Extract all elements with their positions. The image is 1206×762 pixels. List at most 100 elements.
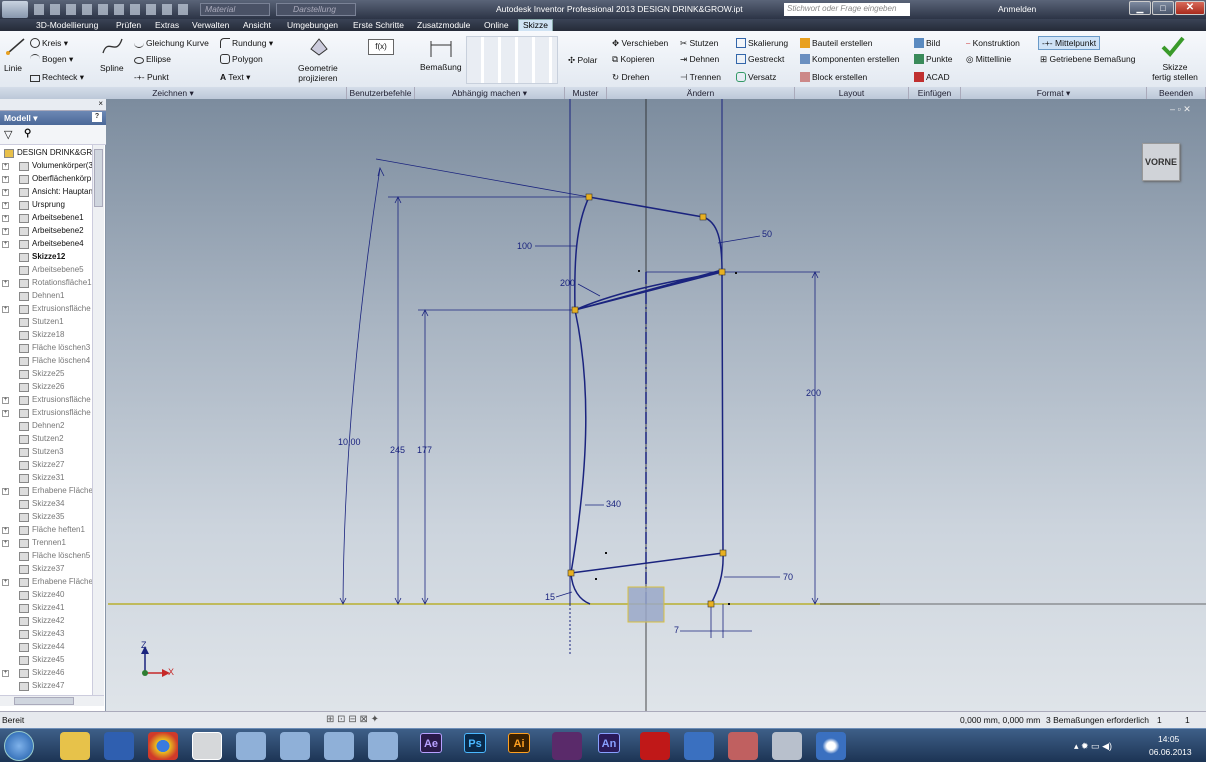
- gleichung-kurve-button[interactable]: Gleichung Kurve: [134, 38, 209, 48]
- dim-200-right[interactable]: 200: [806, 388, 821, 398]
- browser-scrollbar[interactable]: [92, 145, 104, 695]
- expand-icon[interactable]: +: [2, 410, 9, 417]
- skizze-fertig-button[interactable]: Skizze fertig stellen: [1150, 62, 1200, 82]
- bemassung-button[interactable]: Bemaßung: [420, 62, 462, 72]
- canvas-window-controls[interactable]: – ▫ ✕: [1170, 104, 1191, 115]
- browser-item[interactable]: Fläche löschen3: [0, 342, 92, 355]
- komponenten-erstellen-button[interactable]: Komponenten erstellen: [800, 54, 899, 64]
- browser-item[interactable]: + Skizze46: [0, 667, 92, 680]
- status-toolbar-icons[interactable]: ⊞ ⊡ ⊟ ⊠ ✦: [326, 714, 379, 725]
- search-input[interactable]: Stichwort oder Frage eingeben: [784, 3, 910, 16]
- browser-item[interactable]: Skizze42: [0, 615, 92, 628]
- spline-button[interactable]: Spline: [100, 63, 124, 73]
- browser-item[interactable]: Skizze41: [0, 602, 92, 615]
- help-icon[interactable]: ?: [92, 112, 102, 122]
- browser-item[interactable]: Skizze34: [0, 498, 92, 511]
- tab-ansicht[interactable]: Ansicht: [243, 20, 271, 30]
- browser-header[interactable]: Modell ▾?: [0, 111, 106, 125]
- browser-item[interactable]: Skizze43: [0, 628, 92, 641]
- block-erstellen-button[interactable]: Block erstellen: [800, 72, 867, 82]
- browser-item[interactable]: + Volumenkörper(3: [0, 160, 92, 173]
- expand-icon[interactable]: +: [2, 241, 9, 248]
- browser-item[interactable]: + Ursprung: [0, 199, 92, 212]
- browser-item[interactable]: Skizze35: [0, 511, 92, 524]
- browser-item[interactable]: Skizze44: [0, 641, 92, 654]
- graphics-window[interactable]: 100 50 200 200 10,00 245 177 340 15 70 7…: [106, 99, 1206, 711]
- browser-item[interactable]: Arbeitsebene5: [0, 264, 92, 277]
- browser-item[interactable]: + Extrusionsfläche: [0, 407, 92, 420]
- dim-245[interactable]: 245: [390, 445, 405, 455]
- expand-icon[interactable]: +: [2, 176, 9, 183]
- expand-icon[interactable]: +: [2, 189, 9, 196]
- kopieren-button[interactable]: ⧉ Kopieren: [612, 54, 654, 65]
- rundung-button[interactable]: Rundung ▾: [220, 38, 273, 49]
- dim-50[interactable]: 50: [762, 229, 772, 239]
- skalierung-button[interactable]: Skalierung: [736, 38, 788, 48]
- dim-200-upper[interactable]: 200: [560, 278, 575, 288]
- expand-icon[interactable]: +: [2, 579, 9, 586]
- browser-item[interactable]: Skizze45: [0, 654, 92, 667]
- taskbar-app-last[interactable]: [816, 732, 846, 760]
- tab-online[interactable]: Online: [484, 20, 509, 30]
- linie-button[interactable]: Linie: [4, 63, 22, 73]
- text-button[interactable]: A Text ▾: [220, 72, 250, 83]
- clock-time[interactable]: 14:05: [1158, 734, 1179, 744]
- mittellinie-button[interactable]: ◎ Mittellinie: [966, 54, 1011, 65]
- quick-access-toolbar[interactable]: [34, 4, 194, 15]
- acad-button[interactable]: ACAD: [914, 72, 950, 82]
- expand-icon[interactable]: +: [2, 306, 9, 313]
- gestreckt-button[interactable]: Gestreckt: [736, 54, 784, 64]
- tab-3d-modellierung[interactable]: 3D-Modellierung: [36, 20, 98, 30]
- taskbar-after-effects[interactable]: Ae: [420, 733, 442, 753]
- stutzen-button[interactable]: ✂ Stutzen: [680, 38, 718, 49]
- expand-icon[interactable]: +: [2, 228, 9, 235]
- browser-item[interactable]: + Ansicht: Hauptan: [0, 186, 92, 199]
- viewcube[interactable]: VORNE: [1142, 143, 1180, 181]
- taskbar-explorer[interactable]: [60, 732, 90, 760]
- browser-item[interactable]: Skizze47: [0, 680, 92, 693]
- browser-item[interactable]: + Extrusionsfläche: [0, 303, 92, 316]
- sketch-points[interactable]: [567, 193, 727, 608]
- browser-item[interactable]: + Arbeitsebene1: [0, 212, 92, 225]
- browser-item[interactable]: + Oberflächenkörp: [0, 173, 92, 186]
- dim-7[interactable]: 7: [674, 625, 679, 635]
- polar-button[interactable]: ✣ Polar: [568, 55, 597, 66]
- taskbar-photoshop[interactable]: Ps: [464, 733, 486, 753]
- expand-icon[interactable]: +: [2, 202, 9, 209]
- dim-70[interactable]: 70: [783, 572, 793, 582]
- origin-box[interactable]: [627, 586, 665, 623]
- material-dropdown[interactable]: Material: [200, 3, 270, 16]
- bild-button[interactable]: Bild: [914, 38, 940, 48]
- trennen-button[interactable]: ⊣ Trennen: [680, 72, 721, 83]
- systray-icons[interactable]: ▴ ✹ ▭ ◀): [1074, 741, 1112, 752]
- browser-item[interactable]: DESIGN DRINK&GRO: [0, 147, 92, 160]
- group-abhaengig[interactable]: Abhängig machen ▾: [415, 87, 565, 99]
- group-format[interactable]: Format ▾: [961, 87, 1147, 99]
- ellipse-button[interactable]: Ellipse: [134, 54, 171, 64]
- tab-erste-schritte[interactable]: Erste Schritte: [353, 20, 404, 30]
- browser-item[interactable]: + Arbeitsebene2: [0, 225, 92, 238]
- browser-item[interactable]: + Erhabene Fläche: [0, 485, 92, 498]
- taskbar-indesign[interactable]: [552, 732, 582, 760]
- dim-15[interactable]: 15: [545, 592, 555, 602]
- dim-340[interactable]: 340: [606, 499, 621, 509]
- start-button[interactable]: [4, 731, 34, 761]
- geometrie-projizieren-button[interactable]: Geometrie projizieren: [298, 63, 338, 83]
- konstruktion-button[interactable]: ⎯ Konstruktion: [966, 38, 1020, 49]
- bauteil-erstellen-button[interactable]: Bauteil erstellen: [800, 38, 872, 48]
- kreis-button[interactable]: Kreis ▾: [30, 38, 68, 49]
- appearance-dropdown[interactable]: Darstellung: [276, 3, 356, 16]
- browser-item[interactable]: Skizze25: [0, 368, 92, 381]
- drehen-button[interactable]: ↻ Drehen: [612, 72, 649, 83]
- taskbar-calculator[interactable]: [772, 732, 802, 760]
- taskbar-illustrator[interactable]: Ai: [508, 733, 530, 753]
- rechteck-button[interactable]: Rechteck ▾: [30, 72, 84, 83]
- expand-icon[interactable]: +: [2, 527, 9, 534]
- taskbar-word[interactable]: [104, 732, 134, 760]
- browser-item[interactable]: Fläche löschen5: [0, 550, 92, 563]
- taskbar-inventor[interactable]: [192, 732, 222, 760]
- minimize-button[interactable]: ▁: [1129, 1, 1151, 15]
- expand-icon[interactable]: +: [2, 163, 9, 170]
- taskbar-app8[interactable]: [368, 732, 398, 760]
- browser-item[interactable]: Dehnen2: [0, 420, 92, 433]
